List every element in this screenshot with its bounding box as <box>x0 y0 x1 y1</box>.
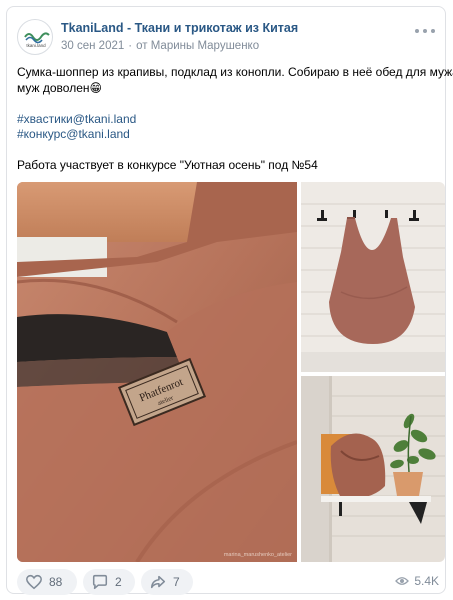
post-text: Сумка-шоппер из крапивы, подклад из коно… <box>17 65 453 174</box>
post-card: tkani.land TkaniLand - Ткани и трикотаж … <box>6 6 453 595</box>
eye-icon <box>395 577 410 585</box>
post-meta: 30 сен 2021 · от Марины Марушенко <box>61 40 259 52</box>
hashtag-link-1[interactable]: #хвастики@tkani.land <box>17 112 437 128</box>
hashtag-link-2[interactable]: #конкурс@tkani.land <box>17 127 437 143</box>
photo-grid: Phatfenrot atelier marina_marushenko_ate… <box>17 182 445 562</box>
tkaniland-logo-icon: tkani.land <box>24 32 50 48</box>
likes-count: 88 <box>49 575 63 589</box>
shares-count: 7 <box>173 575 180 589</box>
community-avatar[interactable]: tkani.land <box>17 19 53 55</box>
comments-count: 2 <box>115 575 122 589</box>
more-options-icon[interactable] <box>415 25 435 37</box>
photo-watermark: marina_marushenko_atelier <box>224 552 292 558</box>
share-arrow-icon <box>150 575 166 589</box>
post-attribution: от Марины Марушенко <box>136 40 260 52</box>
contest-line: Работа участвует в конкурсе "Уютная осен… <box>17 158 318 172</box>
views-count: 5.4K <box>414 574 439 588</box>
comment-button[interactable]: 2 <box>83 569 135 595</box>
avatar-text: tkani.land <box>26 43 46 48</box>
photo-bag-hanging[interactable] <box>301 182 445 372</box>
views-indicator: 5.4K <box>395 574 439 588</box>
share-button[interactable]: 7 <box>141 569 193 595</box>
photo-bag-shelf[interactable] <box>301 376 445 562</box>
post-author[interactable]: TkaniLand - Ткани и трикотаж из Китая <box>61 21 298 35</box>
post-text-line-2: муж доволен😁 <box>17 80 103 95</box>
post-actions: 88 2 7 5.4K <box>17 569 445 599</box>
meta-separator: · <box>128 40 133 52</box>
comment-icon <box>92 574 108 590</box>
like-button[interactable]: 88 <box>17 569 77 595</box>
post-date[interactable]: 30 сен 2021 <box>61 40 124 52</box>
heart-icon <box>26 574 42 590</box>
photo-bag-closeup[interactable]: Phatfenrot atelier marina_marushenko_ate… <box>17 182 297 562</box>
post-text-line-1: Сумка-шоппер из крапивы, подклад из коно… <box>17 65 453 79</box>
